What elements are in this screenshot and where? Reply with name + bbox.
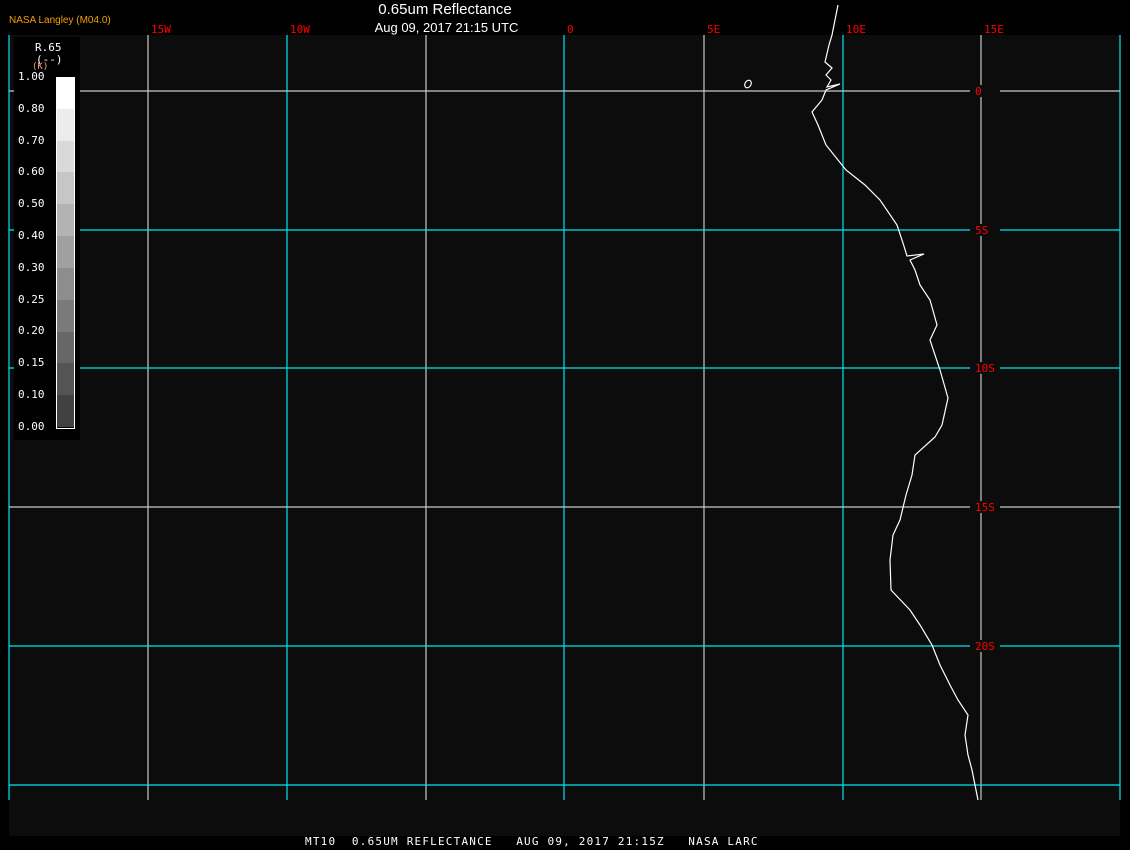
footer-caption: MT10 0.65UM REFLECTANCE AUG 09, 2017 21:… xyxy=(305,835,759,848)
legend-value: 0.40 xyxy=(18,229,45,242)
legend-value: 0.50 xyxy=(18,197,45,211)
legend-value: 1.00 xyxy=(18,70,45,83)
legend-value: 0.00 xyxy=(18,419,45,433)
legend-value: 0.30 xyxy=(18,260,45,274)
legend-value: 0.15 xyxy=(18,356,45,370)
legend-value: 0.20 xyxy=(18,324,45,338)
lat-label: 20S xyxy=(975,640,995,653)
lat-label: 5S xyxy=(975,224,988,237)
color-legend: R.65 (--) (K) 1.00 0.80 0.70 0.60 0.50 0.40 0.… xyxy=(14,37,80,440)
legend-value: 0.70 xyxy=(18,133,45,147)
legend-value: 0.25 xyxy=(18,292,45,306)
legend-value: 0.80 xyxy=(18,101,45,115)
legend-frame xyxy=(56,77,75,429)
lat-label: 15S xyxy=(975,501,995,514)
legend-value: 0.60 xyxy=(18,165,45,179)
map-subtitle: Aug 09, 2017 21:15 UTC xyxy=(374,20,519,35)
map-canvas: 15W 10W 0 5E 10E 15E05S10S15S20S xyxy=(8,4,1121,836)
lon-label: 15E xyxy=(984,23,1004,36)
lat-label: 10S xyxy=(975,362,995,375)
lat-label: 0 xyxy=(975,85,982,98)
legend-value: 0.10 xyxy=(18,388,45,401)
map-title: 0.65um Reflectance xyxy=(378,1,512,18)
